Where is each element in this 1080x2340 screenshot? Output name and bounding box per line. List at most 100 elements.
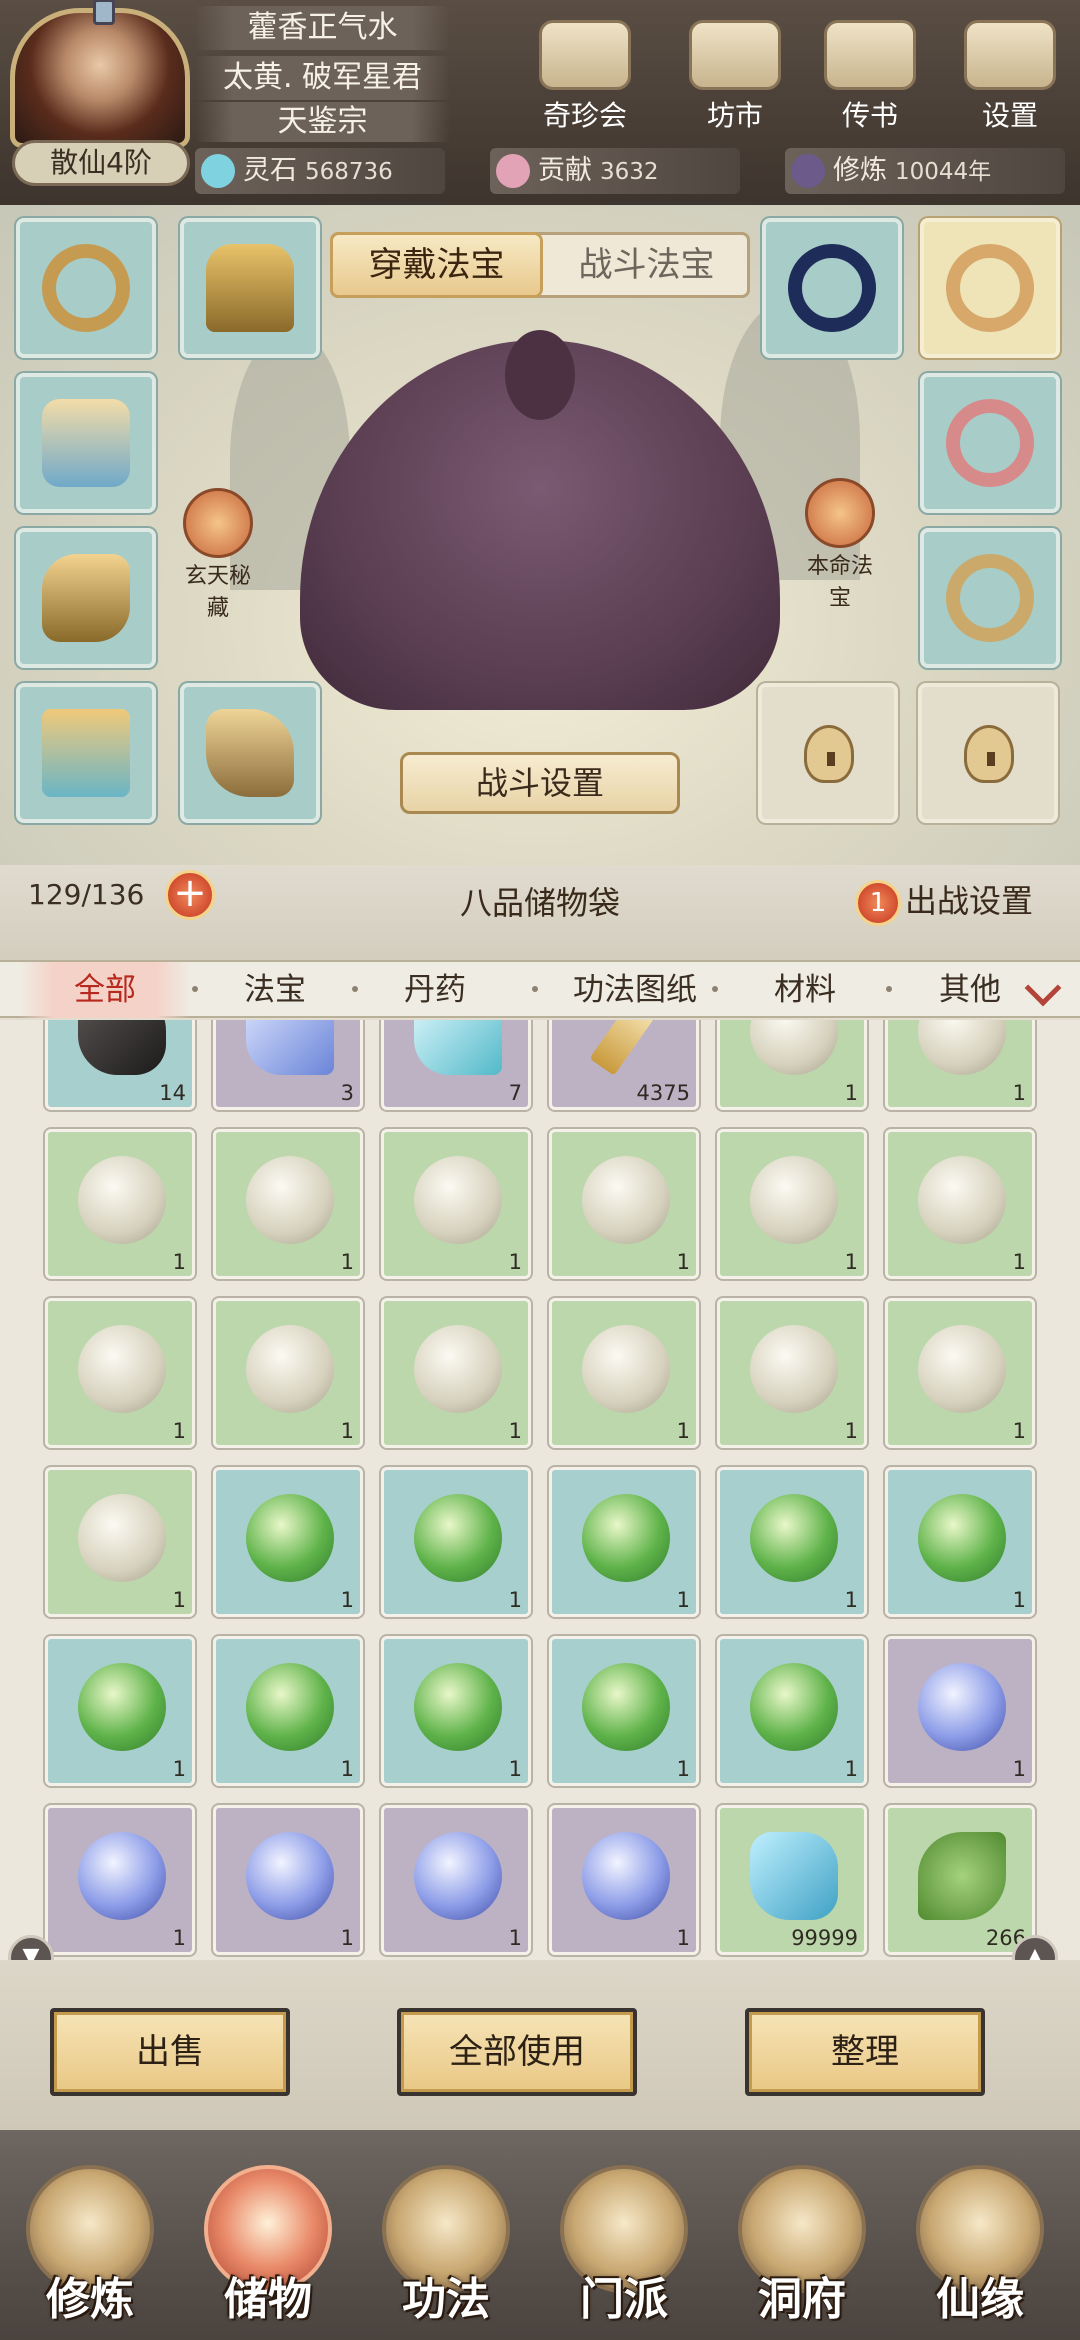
- tab-worn-treasures[interactable]: 穿戴法宝: [333, 235, 540, 295]
- item-slot[interactable]: 1: [45, 1298, 195, 1448]
- equip-slot-headgear[interactable]: [180, 218, 320, 358]
- equip-slot-ring-2[interactable]: [920, 373, 1060, 513]
- item-slot[interactable]: 1: [381, 1467, 531, 1617]
- equip-slot-boots[interactable]: [180, 683, 320, 823]
- filter-all[interactable]: 全部: [20, 962, 190, 1018]
- item-slot[interactable]: 1: [885, 1020, 1035, 1110]
- item-slot[interactable]: 1: [45, 1129, 195, 1279]
- filter-others[interactable]: 其他: [900, 962, 1040, 1018]
- mystic-vault-button[interactable]: 玄天秘藏: [178, 488, 258, 622]
- item-slot[interactable]: 1: [549, 1805, 699, 1955]
- necklace-icon: [42, 244, 130, 332]
- item-slot[interactable]: 1: [885, 1636, 1035, 1786]
- deploy-badge: 1: [855, 880, 901, 926]
- green-orb-icon: [582, 1663, 670, 1751]
- item-slot[interactable]: 1: [717, 1020, 867, 1110]
- equip-slot-gauntlet[interactable]: [16, 528, 156, 668]
- contribution-resource: 贡献 3632: [490, 148, 740, 194]
- item-quantity: 99999: [791, 1926, 858, 1950]
- item-slot[interactable]: 1: [45, 1636, 195, 1786]
- equip-slot-ring-3[interactable]: [920, 528, 1060, 668]
- natal-treasure-button[interactable]: 本命法宝: [800, 478, 880, 612]
- item-slot[interactable]: 1: [549, 1636, 699, 1786]
- item-slot[interactable]: 1: [717, 1467, 867, 1617]
- item-slot[interactable]: 1: [381, 1805, 531, 1955]
- item-slot[interactable]: 1: [381, 1636, 531, 1786]
- battle-settings-button[interactable]: 战斗设置: [400, 752, 680, 814]
- settings-button[interactable]: 设置: [955, 20, 1065, 132]
- item-slot[interactable]: 1: [717, 1129, 867, 1279]
- nav-techniques[interactable]: 功法: [361, 2165, 531, 2340]
- item-slot[interactable]: 1: [45, 1467, 195, 1617]
- item-slot[interactable]: 99999: [717, 1805, 867, 1955]
- use-all-button[interactable]: 全部使用: [397, 2008, 637, 2096]
- locked-slot-1[interactable]: [758, 683, 898, 823]
- nav-cultivation[interactable]: 修炼: [5, 2165, 175, 2340]
- item-slot[interactable]: 1: [213, 1636, 363, 1786]
- filter-treasures[interactable]: 法宝: [210, 962, 340, 1018]
- filter-materials[interactable]: 材料: [730, 962, 880, 1018]
- item-slot[interactable]: 1: [717, 1636, 867, 1786]
- item-slot[interactable]: 1: [45, 1805, 195, 1955]
- player-title: 太黄. 破军星君: [195, 56, 450, 100]
- item-slot[interactable]: 14: [45, 1020, 195, 1110]
- item-slot[interactable]: 1: [213, 1805, 363, 1955]
- filter-pills[interactable]: 丹药: [370, 962, 500, 1018]
- market-icon: [689, 20, 781, 90]
- item-slot[interactable]: 266: [885, 1805, 1035, 1955]
- cultivation-icon: [791, 154, 825, 188]
- player-avatar[interactable]: [10, 0, 190, 148]
- equip-slot-necklace[interactable]: [16, 218, 156, 358]
- item-quantity: 1: [844, 1757, 858, 1781]
- item-slot[interactable]: 1: [381, 1298, 531, 1448]
- item-quantity: 1: [1012, 1081, 1026, 1105]
- equip-slot-ring-1[interactable]: [920, 218, 1060, 358]
- messages-button[interactable]: 传书: [815, 20, 925, 132]
- item-slot[interactable]: 1: [885, 1298, 1035, 1448]
- robe-icon: [42, 399, 130, 487]
- treasure-auction-button[interactable]: 奇珍会: [530, 20, 640, 132]
- item-slot[interactable]: 1: [381, 1129, 531, 1279]
- item-slot[interactable]: 1: [717, 1298, 867, 1448]
- item-slot[interactable]: 4375: [549, 1020, 699, 1110]
- swirl-icon: [183, 488, 253, 558]
- ice-crystal-icon: [750, 1832, 838, 1920]
- spirit-stone-icon: [201, 154, 235, 188]
- item-quantity: 1: [1012, 1419, 1026, 1443]
- item-quantity: 1: [340, 1926, 354, 1950]
- boots-icon: [206, 709, 294, 797]
- player-name: 藿香正气水: [195, 6, 450, 50]
- locked-slot-2[interactable]: [918, 683, 1058, 823]
- nav-sect[interactable]: 门派: [539, 2165, 709, 2340]
- sell-button[interactable]: 出售: [50, 2008, 290, 2096]
- item-slot[interactable]: 1: [549, 1129, 699, 1279]
- item-slot[interactable]: 1: [885, 1467, 1035, 1617]
- filter-techniques[interactable]: 功法图纸: [550, 962, 720, 1018]
- white-orb-icon: [246, 1156, 334, 1244]
- item-slot[interactable]: 1: [549, 1467, 699, 1617]
- nav-cave[interactable]: 洞府: [717, 2165, 887, 2340]
- tab-battle-treasures[interactable]: 战斗法宝: [543, 235, 750, 295]
- item-slot[interactable]: 1: [885, 1129, 1035, 1279]
- item-quantity: 1: [1012, 1588, 1026, 1612]
- pavilion-icon: [539, 20, 631, 90]
- equip-slot-pants[interactable]: [16, 683, 156, 823]
- sort-button[interactable]: 整理: [745, 2008, 985, 2096]
- equip-slot-robe[interactable]: [16, 373, 156, 513]
- item-slot[interactable]: 1: [549, 1298, 699, 1448]
- market-button[interactable]: 坊市: [680, 20, 790, 132]
- item-slot[interactable]: 1: [213, 1298, 363, 1448]
- bag-title: 八品储物袋: [459, 884, 620, 922]
- item-slot[interactable]: 7: [381, 1020, 531, 1110]
- item-quantity: 1: [844, 1081, 858, 1105]
- blue-orb-icon: [78, 1832, 166, 1920]
- item-slot[interactable]: 1: [213, 1129, 363, 1279]
- deploy-settings-button[interactable]: 1 出战设置: [855, 873, 1065, 929]
- equip-slot-dark-ring[interactable]: [762, 218, 902, 358]
- nav-storage[interactable]: 储物: [183, 2165, 353, 2340]
- white-orb-icon: [750, 1020, 838, 1075]
- item-slot[interactable]: 1: [213, 1467, 363, 1617]
- expand-bag-button[interactable]: +: [165, 870, 215, 920]
- nav-fortune[interactable]: 仙缘: [895, 2165, 1065, 2340]
- item-slot[interactable]: 3: [213, 1020, 363, 1110]
